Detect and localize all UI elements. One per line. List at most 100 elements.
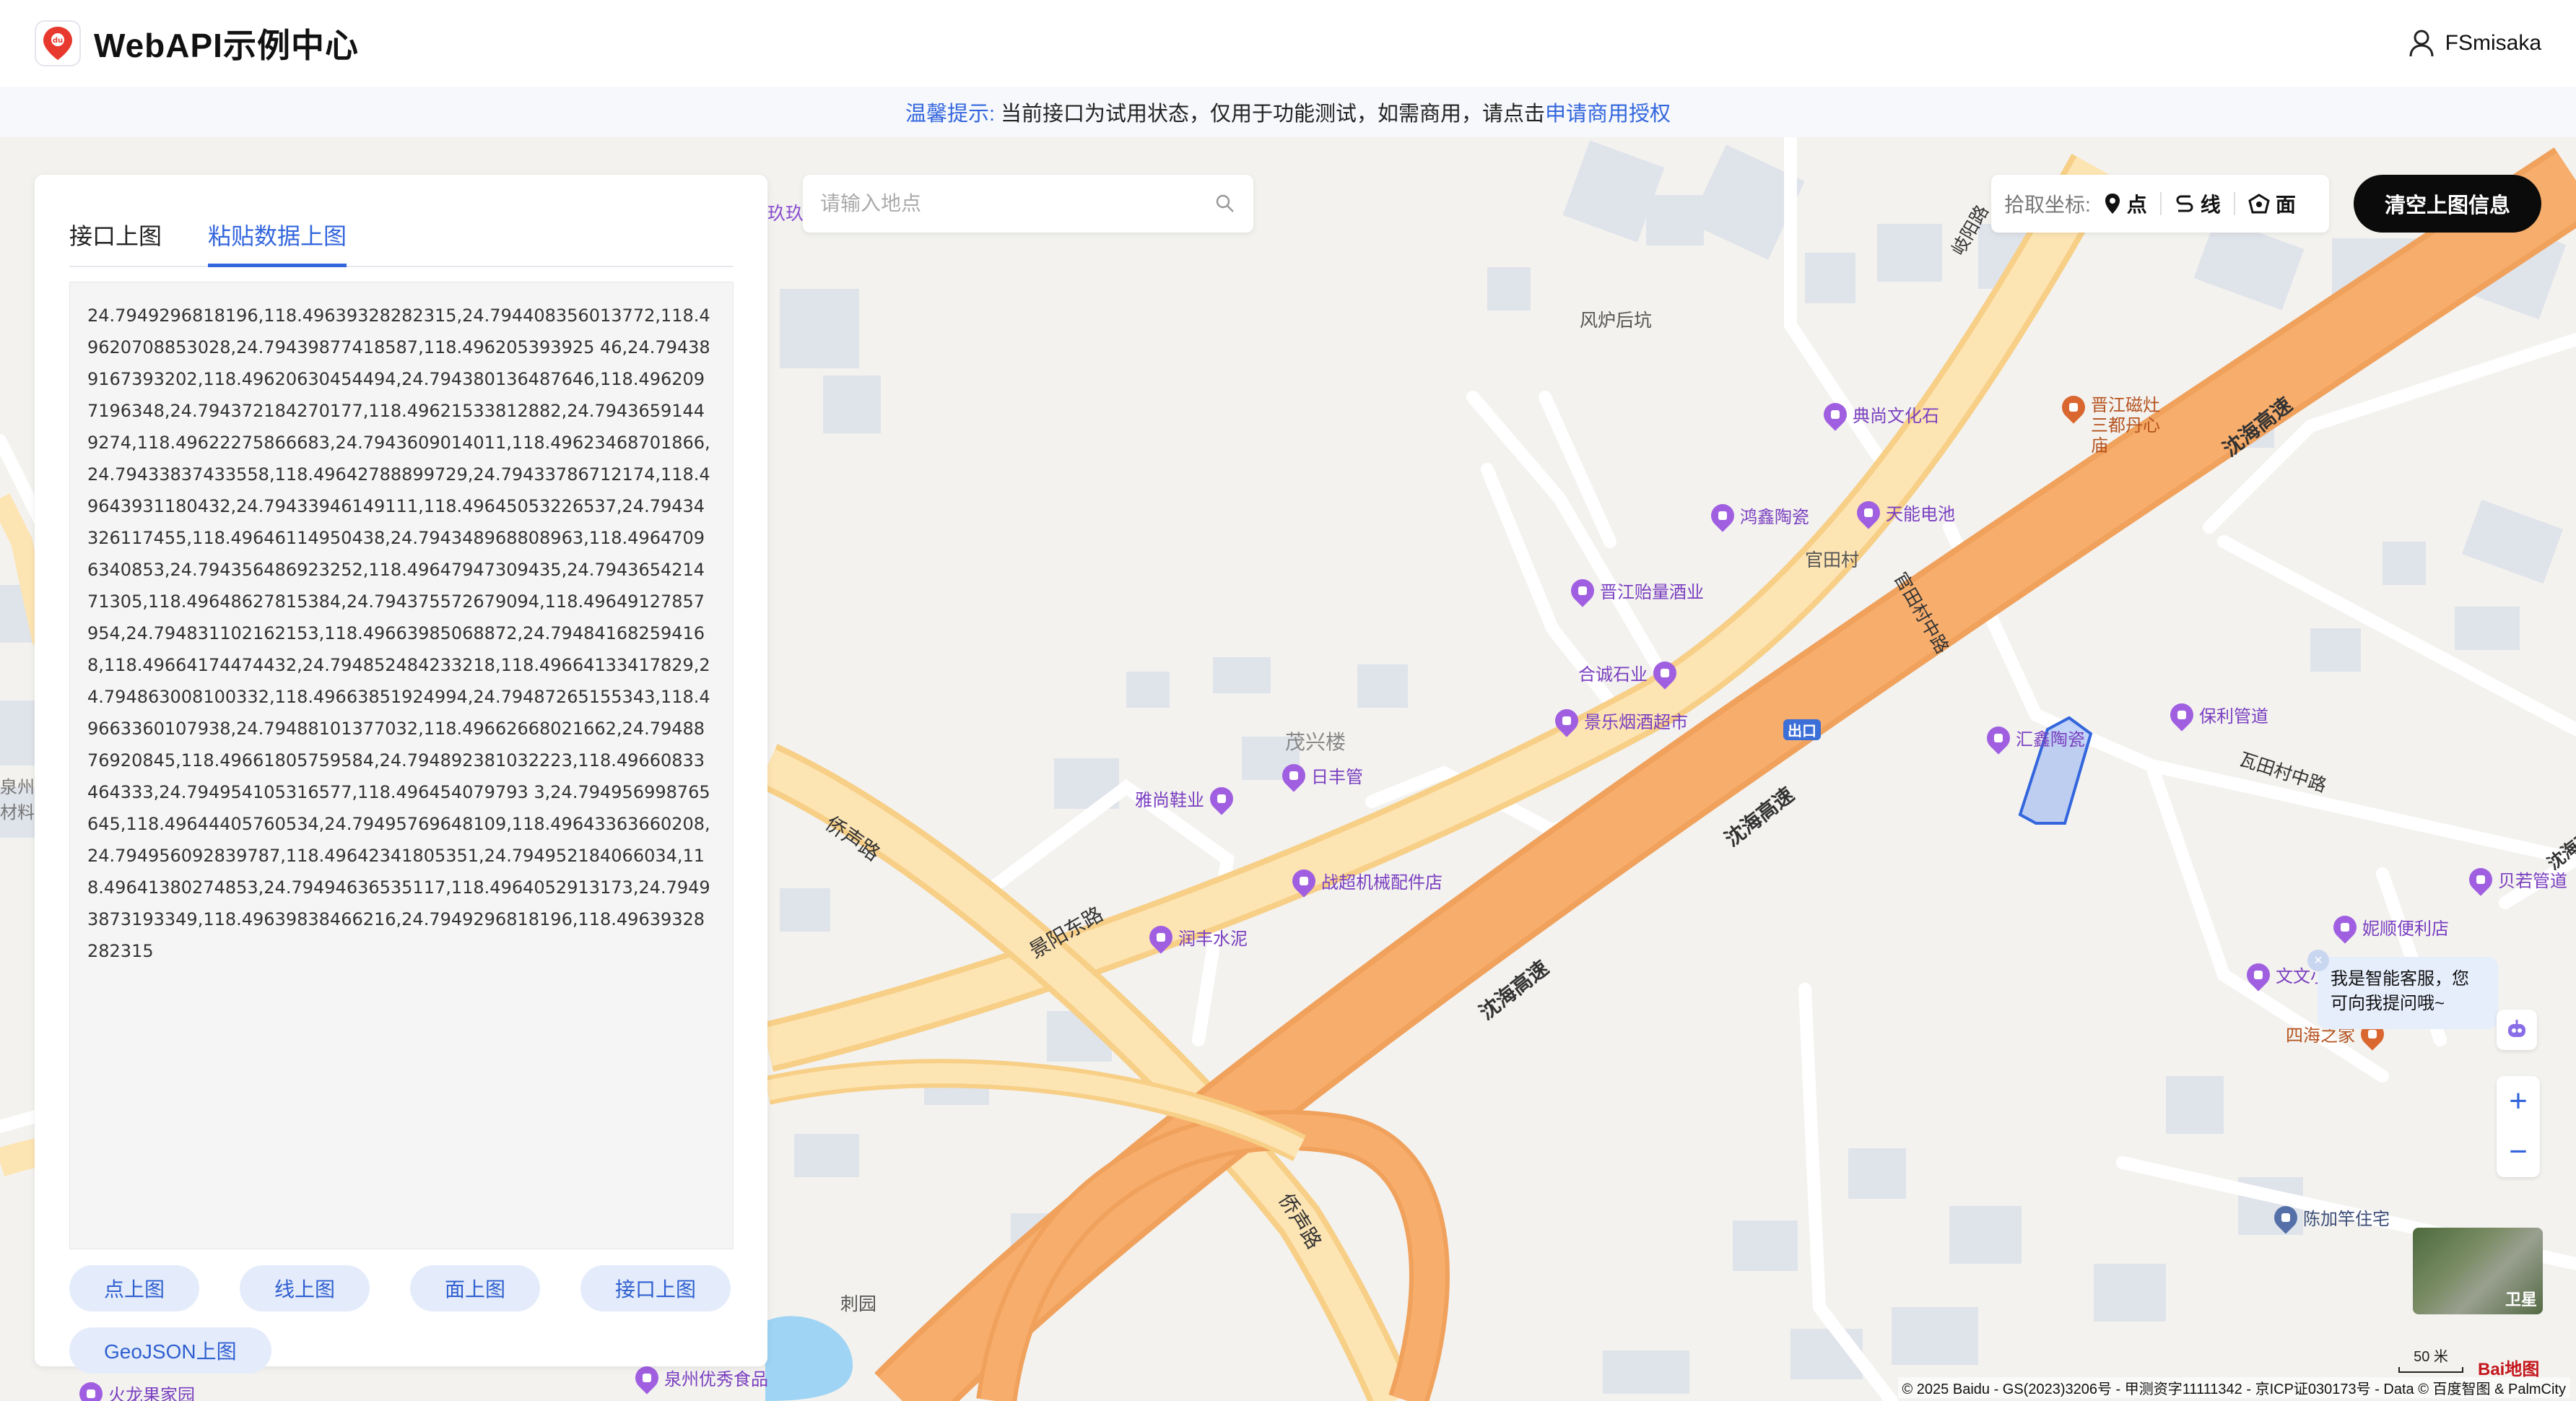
map-poi[interactable]: 晋江贻量酒业	[1566, 573, 1704, 607]
poi-pin-icon	[1566, 573, 1599, 607]
pick-polygon-label: 面	[2275, 194, 2296, 216]
scale-bar	[2398, 1367, 2463, 1373]
poi-pin-icon	[2328, 910, 2362, 944]
place-label: 风炉后坑	[1580, 311, 1653, 331]
pick-point-label: 点	[2126, 194, 2147, 216]
polygon-icon	[2248, 194, 2270, 214]
point-plot-button[interactable]: 点上图	[69, 1265, 200, 1311]
poi-label: 合诚石业	[1578, 665, 1648, 685]
place-label: 茂兴楼	[1285, 731, 1346, 753]
pick-line-button[interactable]: 线	[2175, 189, 2221, 218]
poi-pin-icon	[2057, 391, 2090, 424]
poi-label: 雅尚鞋业	[1135, 791, 1204, 810]
divider	[2233, 192, 2235, 215]
poi-pin-icon	[1819, 397, 1852, 431]
poi-pin-icon	[1144, 920, 1178, 954]
search-icon[interactable]	[1214, 193, 1236, 214]
map-copyright: © 2025 Baidu - GS(2023)3206号 - 甲测资字11111…	[1897, 1377, 2570, 1398]
user-icon	[2409, 30, 2434, 57]
poi-label: 战超机械配件店	[1321, 873, 1443, 893]
poi-label: 保利管道	[2199, 707, 2268, 726]
place-label: 刺园	[840, 1294, 877, 1314]
poi-label: 汇鑫陶瓷	[2016, 730, 2085, 750]
place-label: 玖玖	[767, 204, 804, 224]
poi-label: 晋江贻量酒业	[1600, 583, 1704, 602]
map-poi[interactable]: 晋江磁灶三都丹心庙	[2057, 391, 2163, 456]
notice-text: 当前接口为试用状态，仅用于功能测试，如需商用，请点击	[1001, 103, 1546, 126]
poi-pin-icon	[2242, 958, 2275, 992]
map-poi[interactable]: 雅尚鞋业	[1135, 781, 1238, 815]
close-icon[interactable]: ×	[2307, 950, 2329, 971]
poi-pin-icon	[1852, 495, 1885, 529]
map-poi[interactable]: 妮顺便利店	[2328, 910, 2449, 944]
api-plot-button[interactable]: 接口上图	[580, 1265, 731, 1311]
pick-polygon-button[interactable]: 面	[2248, 189, 2296, 218]
road-label: 出口	[1783, 719, 1821, 740]
map-poi[interactable]: 合诚石业	[1578, 656, 1681, 690]
poi-pin-icon	[1205, 781, 1238, 815]
line-plot-button[interactable]: 线上图	[240, 1265, 370, 1311]
map-scale: 50 米	[2398, 1345, 2463, 1373]
clear-plot-button[interactable]: 清空上图信息	[2354, 175, 2541, 233]
poi-label: 鸿鑫陶瓷	[1740, 508, 1809, 527]
assistant-line-1: 我是智能客服，您	[2331, 969, 2469, 989]
divider	[2159, 192, 2162, 215]
apply-license-link[interactable]: 申请商用授权	[1545, 97, 1671, 127]
pick-line-label: 线	[2200, 194, 2221, 216]
poi-label: 典尚文化石	[1853, 407, 1939, 426]
map-poi[interactable]: 天能电池	[1852, 495, 1955, 529]
panel-tabs: 接口上图 粘贴数据上图	[69, 196, 733, 267]
map-poi[interactable]: 汇鑫陶瓷	[1982, 721, 2085, 755]
robot-assistant-icon[interactable]	[2497, 1010, 2537, 1050]
plot-button-group: 点上图 线上图 面上图 接口上图 GeoJSON上图	[69, 1265, 734, 1374]
notice-tip-label: 温馨提示:	[905, 103, 996, 126]
data-panel: 接口上图 粘贴数据上图 24.7949296818196,118.4963932…	[35, 175, 767, 1374]
user-name: FSmisaka	[2445, 31, 2541, 55]
search-input[interactable]	[820, 192, 1214, 215]
brand[interactable]: du WebAPI示例中心	[35, 19, 359, 67]
poi-label: 陈加竿住宅	[2303, 1210, 2390, 1229]
map-poi[interactable]: 火龙果家园	[74, 1376, 195, 1401]
place-label: 泉州材料	[0, 778, 35, 823]
ai-assistant-bubble[interactable]: × 我是智能客服，您 可向我提问哦~	[2307, 950, 2498, 1029]
coordinate-data-textarea[interactable]: 24.7949296818196,118.49639328282315,24.7…	[69, 282, 734, 1249]
poi-pin-icon	[1550, 703, 1583, 737]
map-poi[interactable]: 润丰水泥	[1144, 920, 1248, 954]
poi-pin-icon	[1287, 864, 1320, 898]
map-poi[interactable]: 战超机械配件店	[1287, 864, 1443, 898]
poi-pin-icon	[2464, 862, 2497, 896]
poi-label: 景乐烟酒超市	[1584, 713, 1688, 732]
satellite-label: 卫星	[2505, 1291, 2537, 1309]
tab-api-plot[interactable]: 接口上图	[69, 196, 162, 267]
poi-pin-icon	[1648, 656, 1681, 690]
line-route-icon	[2176, 195, 2193, 212]
map-poi[interactable]: 保利管道	[2165, 698, 2268, 732]
poi-pin-icon	[1706, 498, 1739, 532]
poi-label: 日丰管	[1311, 768, 1363, 787]
pick-point-button[interactable]: 点	[2104, 189, 2147, 218]
map-poi[interactable]: 典尚文化石	[1819, 397, 1939, 431]
map-poi[interactable]: 景乐烟酒超市	[1550, 703, 1688, 737]
tab-paste-data-plot[interactable]: 粘贴数据上图	[208, 196, 347, 267]
map-poi[interactable]: 日丰管	[1277, 758, 1363, 792]
notice-bar: 温馨提示: 当前接口为试用状态，仅用于功能测试，如需商用，请点击 申请商用授权	[0, 87, 2576, 137]
satellite-toggle[interactable]: 卫星	[2413, 1228, 2543, 1314]
zoom-out-button[interactable]: −	[2497, 1127, 2540, 1177]
top-header: du WebAPI示例中心 FSmisaka	[0, 0, 2576, 87]
polygon-plot-button[interactable]: 面上图	[410, 1265, 541, 1311]
poi-pin-icon	[74, 1376, 108, 1401]
user-menu[interactable]: FSmisaka	[2409, 29, 2541, 58]
poi-label: 润丰水泥	[1178, 929, 1248, 949]
coordinate-picker: 拾取坐标: 点 线 面	[1991, 175, 2329, 233]
geojson-plot-button[interactable]: GeoJSON上图	[69, 1327, 271, 1374]
zoom-control: + −	[2497, 1076, 2540, 1177]
assistant-line-2: 可向我提问哦~	[2331, 994, 2445, 1013]
poi-label: 火龙果家园	[108, 1386, 195, 1401]
coordinate-picker-label: 拾取坐标:	[2004, 194, 2091, 216]
map-poi[interactable]: 陈加竿住宅	[2269, 1200, 2390, 1234]
zoom-in-button[interactable]: +	[2497, 1076, 2540, 1127]
map-poi[interactable]: 鸿鑫陶瓷	[1706, 498, 1809, 532]
poi-pin-icon	[1982, 721, 2015, 755]
svg-text:du: du	[53, 37, 63, 45]
baidu-map-logo-icon: du	[35, 20, 81, 66]
